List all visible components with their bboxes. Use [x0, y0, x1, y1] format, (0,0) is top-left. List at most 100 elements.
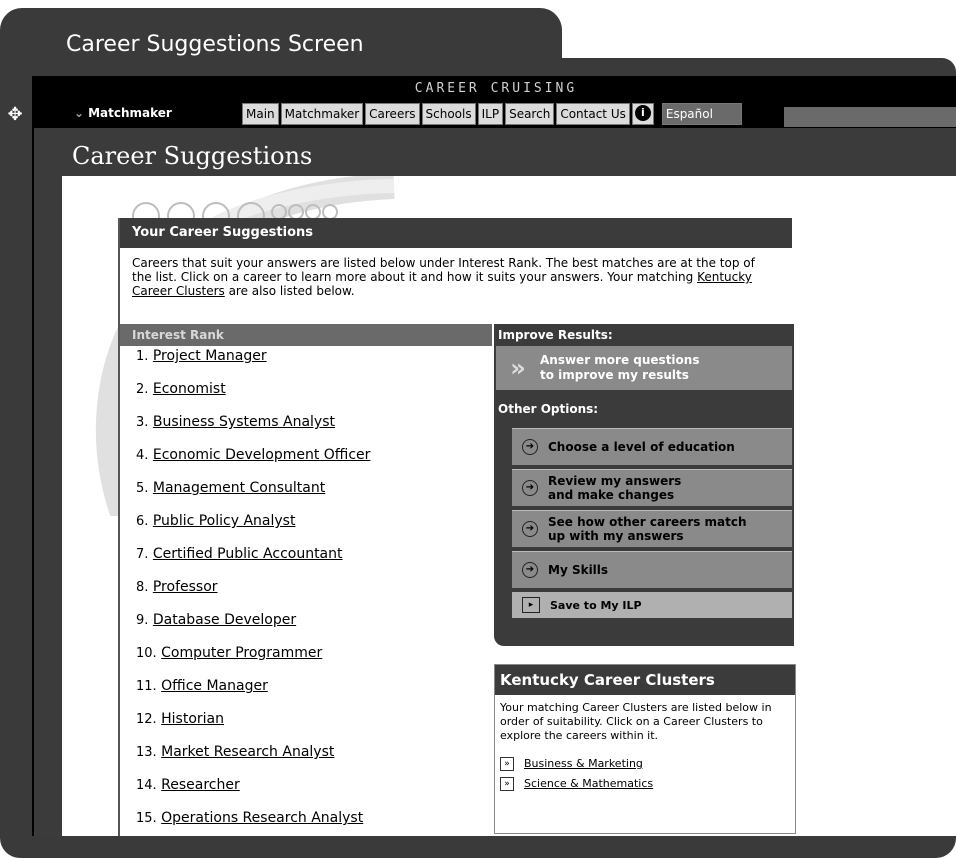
list-item: 10. Computer Programmer	[120, 645, 492, 678]
career-link[interactable]: Database Developer	[153, 612, 296, 628]
career-link[interactable]: Business Systems Analyst	[153, 414, 335, 430]
option-label: My Skills	[548, 563, 609, 577]
list-item: 12. Historian	[120, 711, 492, 744]
info-icon: i	[634, 105, 651, 121]
review-answers-button[interactable]: ➔ Review my answers and make changes	[512, 469, 792, 506]
rank-number: 14.	[136, 778, 157, 793]
list-item: 1. Project Manager	[120, 348, 492, 381]
rank-number: 2.	[136, 382, 149, 397]
rank-number: 3.	[136, 415, 149, 430]
section-indicator[interactable]: ⌄ Matchmaker	[74, 106, 172, 120]
cluster-link[interactable]: Science & Mathematics	[524, 777, 653, 791]
folder-icon: ▸	[522, 597, 540, 613]
menu-ilp[interactable]: ILP	[477, 103, 504, 125]
rank-number: 13.	[136, 745, 157, 760]
option-line-2: and make changes	[548, 488, 675, 502]
intro-text-end: are also listed below.	[224, 284, 355, 298]
language-button[interactable]: Español	[661, 103, 742, 125]
list-item: 9. Database Developer	[120, 612, 492, 645]
menu-careers[interactable]: Careers	[365, 103, 420, 125]
career-link[interactable]: Historian	[161, 711, 224, 727]
nav-filler	[784, 107, 956, 127]
option-label: See how other careers match up with my an…	[548, 515, 747, 543]
app-screen: CAREER CRUISING ⌄ Matchmaker Main Matchma…	[32, 76, 956, 836]
list-item: 13. Market Research Analyst	[120, 744, 492, 777]
list-item: 15. Operations Research Analyst	[120, 810, 492, 836]
rank-number: 1.	[136, 349, 149, 364]
see-other-careers-button[interactable]: ➔ See how other careers match up with my a…	[512, 510, 792, 547]
improve-results-label: Improve Results:	[498, 328, 613, 342]
rank-number: 8.	[136, 580, 149, 595]
career-link[interactable]: Certified Public Accountant	[153, 546, 343, 562]
option-label: Review my answers and make changes	[548, 474, 681, 502]
card-title: Your Career Suggestions	[120, 218, 792, 248]
clusters-description: Your matching Career Clusters are listed…	[500, 701, 772, 742]
main-menu: Main Matchmaker Careers Schools ILP Sear…	[242, 103, 742, 125]
menu-gap	[656, 103, 660, 125]
section-label: Matchmaker	[88, 106, 172, 120]
career-list: 1. Project Manager 2. Economist 3. Busin…	[120, 348, 492, 836]
list-item: 2. Economist	[120, 381, 492, 414]
save-to-ilp-button[interactable]: ▸ Save to My ILP	[512, 592, 792, 618]
interest-rank-header: Interest Rank	[120, 324, 492, 346]
boxed-chevron-icon: »	[500, 757, 514, 771]
answer-more-questions-button[interactable]: » Answer more questions to improve my res…	[496, 346, 792, 390]
rank-number: 11.	[136, 679, 157, 694]
rank-number: 9.	[136, 613, 149, 628]
option-line-1: Review my answers	[548, 474, 682, 488]
circle-arrow-right-icon: ➔	[522, 562, 538, 578]
career-link[interactable]: Project Manager	[153, 348, 267, 364]
list-item: 3. Business Systems Analyst	[120, 414, 492, 447]
menu-schools[interactable]: Schools	[421, 103, 476, 125]
brand-bar: CAREER CRUISING	[34, 76, 956, 100]
list-item: 6. Public Policy Analyst	[120, 513, 492, 546]
menu-search[interactable]: Search	[505, 103, 555, 125]
cluster-item[interactable]: » Business & Marketing	[500, 757, 790, 771]
info-button[interactable]: i	[631, 103, 654, 125]
option-line-1: See how other careers match	[548, 515, 747, 529]
career-link[interactable]: Economic Development Officer	[153, 447, 371, 463]
career-suggestions-card: Your Career Suggestions Careers that sui…	[118, 218, 796, 836]
move-arrows-icon[interactable]: ✥	[4, 104, 26, 126]
list-item: 5. Management Consultant	[120, 480, 492, 513]
career-link[interactable]: Researcher	[161, 777, 240, 793]
list-item: 8. Professor	[120, 579, 492, 612]
caption-title: Career Suggestions Screen	[66, 32, 364, 57]
option-line-2: up with my answers	[548, 529, 684, 543]
cluster-link[interactable]: Business & Marketing	[524, 757, 643, 771]
options-sidebar: Improve Results: » Answer more questions…	[494, 324, 794, 646]
improve-button-text: Answer more questions to improve my resul…	[540, 353, 699, 383]
my-skills-button[interactable]: ➔ My Skills	[512, 551, 792, 588]
rank-number: 5.	[136, 481, 149, 496]
page-title: Career Suggestions	[72, 142, 313, 170]
career-link[interactable]: Office Manager	[161, 678, 268, 694]
circle-arrow-right-icon: ➔	[522, 480, 538, 496]
other-options-label: Other Options:	[498, 402, 599, 416]
rank-number: 15.	[136, 811, 157, 826]
menu-matchmaker[interactable]: Matchmaker	[280, 103, 364, 125]
card-intro: Careers that suit your answers are liste…	[132, 256, 772, 298]
cluster-item[interactable]: » Science & Mathematics	[500, 777, 790, 791]
double-chevron-right-icon: »	[510, 354, 526, 382]
clusters-body: Your matching Career Clusters are listed…	[495, 695, 795, 797]
clusters-title: Kentucky Career Clusters	[495, 665, 795, 695]
rank-number: 7.	[136, 547, 149, 562]
list-item: 14. Researcher	[120, 777, 492, 810]
boxed-chevron-icon: »	[500, 777, 514, 791]
improve-line-1: Answer more questions	[540, 353, 700, 367]
career-link[interactable]: Professor	[153, 579, 218, 595]
rank-number: 6.	[136, 514, 149, 529]
option-label: Choose a level of education	[548, 440, 735, 454]
career-link[interactable]: Operations Research Analyst	[161, 810, 363, 826]
career-link[interactable]: Market Research Analyst	[161, 744, 334, 760]
menu-contact-us[interactable]: Contact Us	[556, 103, 630, 125]
improve-line-2: to improve my results	[540, 368, 689, 382]
career-link[interactable]: Management Consultant	[153, 480, 325, 496]
list-item: 11. Office Manager	[120, 678, 492, 711]
career-link[interactable]: Computer Programmer	[161, 645, 322, 661]
list-item: 7. Certified Public Accountant	[120, 546, 492, 579]
choose-education-button[interactable]: ➔ Choose a level of education	[512, 428, 792, 465]
career-link[interactable]: Economist	[153, 381, 226, 397]
career-link[interactable]: Public Policy Analyst	[153, 513, 296, 529]
menu-main[interactable]: Main	[242, 103, 279, 125]
